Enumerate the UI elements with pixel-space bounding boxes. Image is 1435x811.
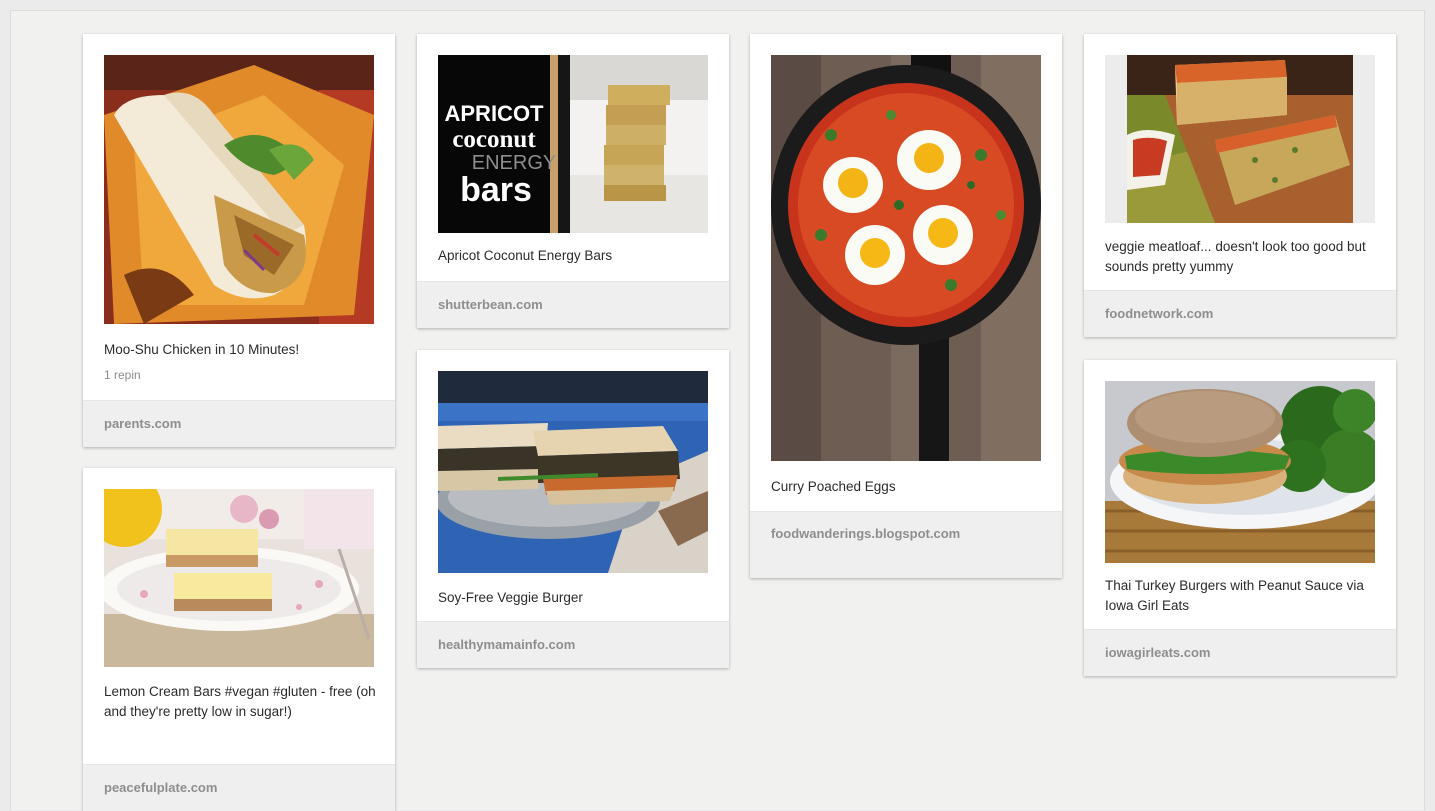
pin-description: Moo-Shu Chicken in 10 Minutes!: [104, 342, 300, 357]
pin-moo-shu-chicken[interactable]: Moo-Shu Chicken in 10 Minutes! 1 repin p…: [83, 34, 395, 447]
pin-source[interactable]: foodnetwork.com: [1084, 290, 1396, 337]
turkey-burger-photo[interactable]: [1105, 381, 1375, 563]
image-text-line1: APRICOT: [445, 101, 545, 126]
poached-eggs-skillet-photo[interactable]: [771, 55, 1041, 461]
pin-curry-poached-eggs[interactable]: Curry Poached Eggs foodwanderings.blogsp…: [750, 34, 1062, 578]
pin-description: Soy-Free Veggie Burger: [438, 590, 583, 605]
pin-soy-free-veggie-burger[interactable]: Soy-Free Veggie Burger healthymamainfo.c…: [417, 350, 729, 668]
image-text-line4: bars: [460, 171, 532, 209]
veggie-meatloaf-photo[interactable]: [1105, 55, 1375, 223]
repin-count[interactable]: 1 repin: [104, 368, 141, 382]
pin-veggie-meatloaf[interactable]: veggie meatloaf... doesn't look too good…: [1084, 34, 1396, 337]
pin-source[interactable]: parents.com: [83, 400, 395, 447]
pin-description: Thai Turkey Burgers with Peanut Sauce vi…: [1105, 578, 1364, 613]
pin-description: Apricot Coconut Energy Bars: [438, 248, 613, 263]
source-link[interactable]: foodnetwork.com: [1105, 304, 1335, 324]
veggie-burger-photo[interactable]: [438, 371, 708, 573]
lemon-bars-photo[interactable]: [104, 489, 374, 667]
source-link[interactable]: healthymamainfo.com: [438, 635, 668, 655]
source-link[interactable]: shutterbean.com: [438, 295, 668, 315]
pin-source[interactable]: foodwanderings.blogspot.com: [750, 511, 1062, 578]
pin-source[interactable]: healthymamainfo.com: [417, 621, 729, 668]
source-link[interactable]: iowagirleats.com: [1105, 643, 1335, 663]
pin-source[interactable]: shutterbean.com: [417, 281, 729, 328]
source-link[interactable]: peacefulplate.com: [104, 778, 334, 798]
chicken-wrap-photo[interactable]: [104, 55, 374, 324]
pin-description: Curry Poached Eggs: [771, 479, 896, 494]
source-link[interactable]: parents.com: [104, 414, 334, 434]
pin-board: Moo-Shu Chicken in 10 Minutes! 1 repin p…: [10, 10, 1425, 811]
pin-thai-turkey-burgers[interactable]: Thai Turkey Burgers with Peanut Sauce vi…: [1084, 360, 1396, 676]
energy-bars-photo[interactable]: APRICOT coconut ENERGY bars: [438, 55, 708, 233]
pin-source[interactable]: iowagirleats.com: [1084, 629, 1396, 676]
pin-source[interactable]: peacefulplate.com: [83, 764, 395, 811]
image-text-line2: coconut: [452, 126, 536, 153]
pin-apricot-energy-bars[interactable]: APRICOT coconut ENERGY bars Apricot Coco…: [417, 34, 729, 328]
pin-lemon-cream-bars[interactable]: Lemon Cream Bars #vegan #gluten - free (…: [83, 468, 395, 811]
source-link[interactable]: foodwanderings.blogspot.com: [771, 524, 1001, 544]
pin-description: veggie meatloaf... doesn't look too good…: [1105, 239, 1366, 274]
pin-description: Lemon Cream Bars #vegan #gluten - free (…: [104, 684, 376, 719]
